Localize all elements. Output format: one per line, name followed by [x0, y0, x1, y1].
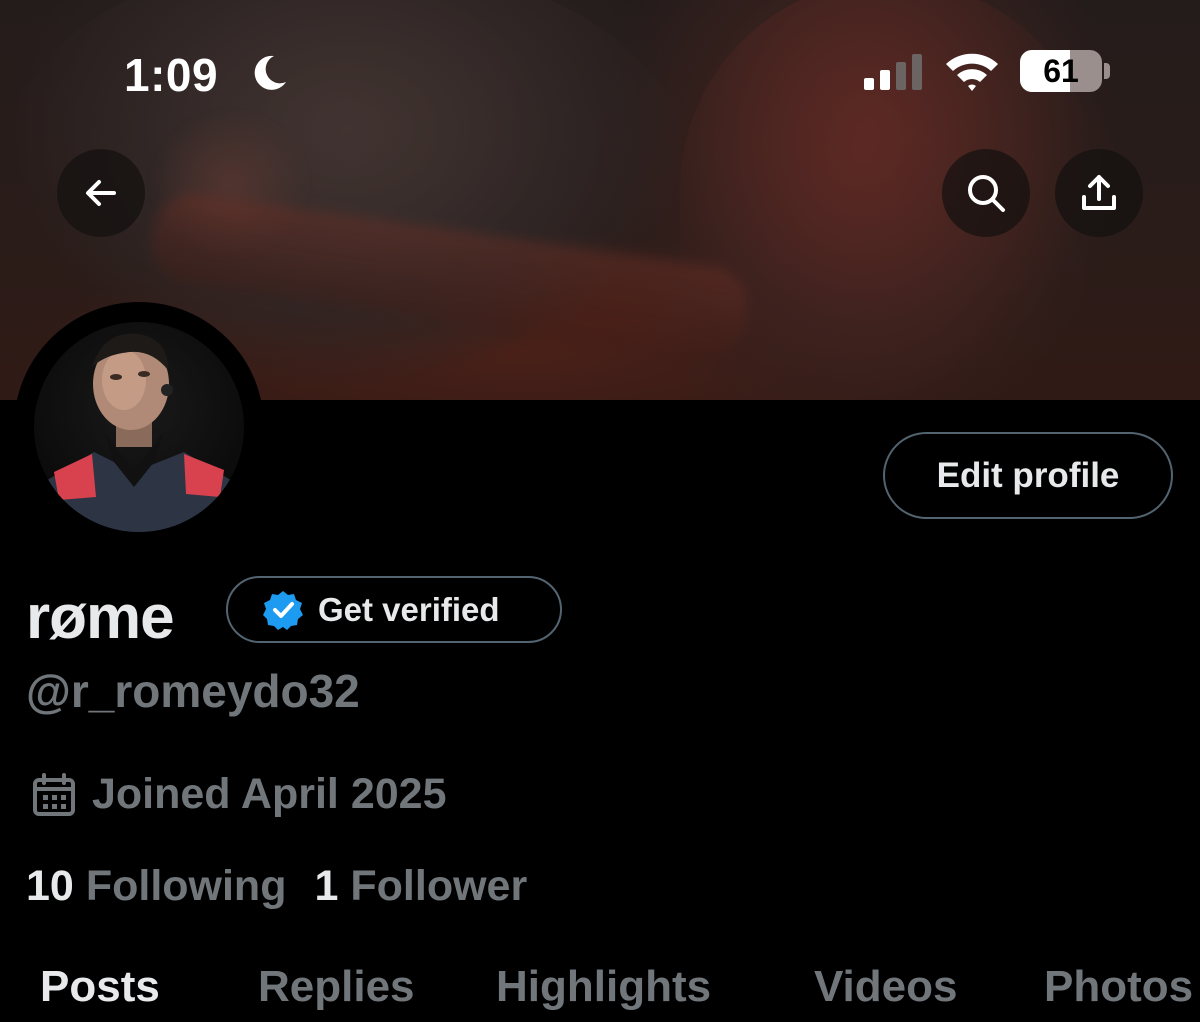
avatar-portrait: [34, 333, 244, 532]
wifi-icon: [946, 53, 998, 91]
followers-label[interactable]: Follower: [350, 862, 527, 911]
joined-date-row: Joined April 2025: [30, 770, 446, 819]
calendar-icon: [33, 772, 75, 816]
display-name: røme: [26, 583, 175, 652]
search-button[interactable]: [942, 149, 1030, 237]
tab-posts[interactable]: Posts: [40, 962, 160, 1012]
moon-icon: [254, 55, 286, 90]
avatar-photo: [34, 322, 244, 532]
profile-tabs: Posts Replies Highlights Videos Photos: [0, 962, 1200, 1022]
status-time: 1:09: [124, 49, 219, 101]
tab-videos[interactable]: Videos: [814, 962, 957, 1012]
share-button[interactable]: [1055, 149, 1143, 237]
profile-handle: @r_romeydo32: [26, 665, 360, 717]
get-verified-button[interactable]: Get verified: [226, 576, 562, 643]
search-icon: [968, 175, 1005, 212]
following-label[interactable]: Following: [86, 862, 287, 911]
joined-date: Joined April 2025: [92, 770, 447, 818]
followers-count[interactable]: 1: [314, 862, 338, 911]
follow-stats: 10 Following 1 Follower: [26, 862, 555, 911]
battery-indicator: 61: [1020, 50, 1102, 92]
edit-profile-button[interactable]: Edit profile: [883, 432, 1173, 519]
verified-badge-icon: [263, 590, 303, 630]
tab-photos[interactable]: Photos: [1044, 962, 1193, 1012]
avatar[interactable]: [14, 302, 264, 552]
battery-tip: [1104, 63, 1110, 79]
tab-highlights[interactable]: Highlights: [496, 962, 711, 1012]
battery-percent: 61: [1043, 52, 1079, 89]
following-count[interactable]: 10: [26, 862, 74, 911]
back-button[interactable]: [57, 149, 145, 237]
get-verified-label: Get verified: [318, 590, 500, 628]
share-icon: [1082, 175, 1116, 210]
arrow-left-icon: [86, 180, 116, 206]
cellular-signal-icon: [864, 54, 922, 90]
tab-replies[interactable]: Replies: [258, 962, 415, 1012]
